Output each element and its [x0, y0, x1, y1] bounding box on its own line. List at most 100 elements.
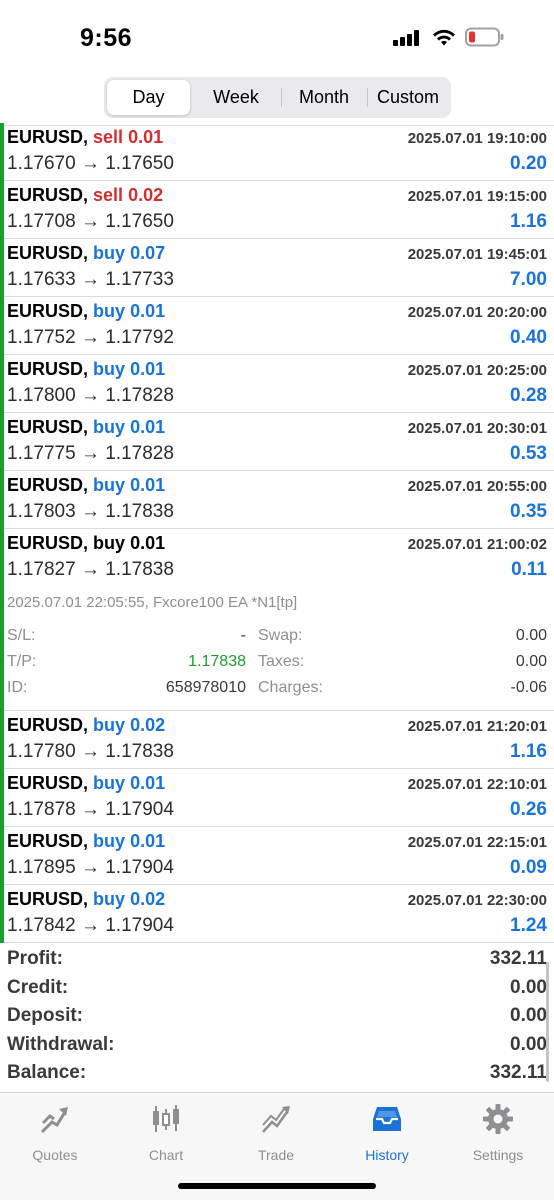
deal-symbol: EURUSD, buy 0.07 — [7, 243, 166, 263]
deal-row-expanded[interactable]: EURUSD, buy 0.01 2025.07.01 21:00:02 1.1… — [0, 529, 554, 711]
tab-settings-label: Settings — [472, 1147, 524, 1163]
deal-profit: 0.40 — [510, 327, 547, 348]
deal-side: buy — [93, 831, 126, 851]
deal-symbol: EURUSD, sell 0.01 — [7, 127, 164, 147]
deal-prices: 1.17878 → 1.17904 — [7, 799, 174, 820]
deal-symbol: EURUSD, buy 0.01 — [7, 533, 166, 553]
status-time: 9:56 — [80, 24, 133, 52]
deal-row[interactable]: EURUSD, buy 0.02 2025.07.01 22:30:00 1.178… — [0, 885, 554, 943]
sl-value: - — [240, 627, 246, 644]
deal-prices: 1.17670 → 1.17650 — [7, 153, 174, 174]
summary-row: Balance: 332.11 — [0, 1058, 554, 1087]
tab-trade[interactable]: Trade — [221, 1101, 331, 1163]
deal-row[interactable]: EURUSD, buy 0.01 2025.07.01 20:30:01 1.177… — [0, 413, 554, 471]
tab-quotes-label: Quotes — [32, 1147, 78, 1163]
deal-profit: 0.26 — [510, 799, 547, 820]
tp-label: T/P: — [7, 653, 37, 670]
deal-row[interactable]: EURUSD, buy 0.07 2025.07.01 19:45:01 1.176… — [0, 239, 554, 297]
deal-prices: 1.17780 → 1.17838 — [7, 741, 174, 762]
id-value: 658978010 — [165, 679, 246, 696]
tab-history[interactable]: History — [332, 1101, 442, 1163]
deal-profit: 7.00 — [510, 269, 547, 290]
tab-custom[interactable]: Custom — [368, 80, 448, 115]
deal-row[interactable]: EURUSD, buy 0.01 2025.07.01 22:10:01 1.178… — [0, 769, 554, 827]
wifi-icon — [433, 29, 455, 46]
deal-side: buy — [93, 301, 126, 321]
taxes-label: Taxes: — [258, 653, 305, 670]
deal-accent-bar — [0, 711, 4, 769]
deal-time: 2025.07.01 20:20:00 — [407, 304, 547, 321]
cellular-signal-icon — [393, 30, 419, 46]
tab-chart[interactable]: Chart — [111, 1101, 221, 1163]
deal-accent-bar — [0, 769, 4, 827]
deal-row[interactable]: EURUSD, buy 0.02 2025.07.01 21:20:01 1.177… — [0, 711, 554, 769]
deal-prices: 1.17827 → 1.17838 — [7, 559, 174, 580]
deal-accent-bar — [0, 355, 4, 413]
deal-accent-bar — [0, 885, 4, 943]
deal-time: 2025.07.01 19:15:00 — [407, 188, 547, 205]
deal-side: buy — [93, 715, 126, 735]
deal-side: sell — [93, 127, 124, 147]
deal-row[interactable]: EURUSD, buy 0.01 2025.07.01 22:15:01 1.178… — [0, 827, 554, 885]
id-label: ID: — [7, 679, 28, 696]
tab-week[interactable]: Week — [192, 80, 280, 115]
deal-time: 2025.07.01 20:55:00 — [407, 478, 547, 495]
deal-prices: 1.17775 → 1.17828 — [7, 443, 174, 464]
deal-profit: 0.09 — [510, 857, 547, 878]
tab-settings[interactable]: Settings — [443, 1101, 553, 1163]
tp-value: 1.17838 — [188, 653, 246, 670]
deal-symbol: EURUSD, buy 0.02 — [7, 715, 166, 735]
battery-icon — [465, 27, 504, 47]
deal-symbol: EURUSD, buy 0.01 — [7, 359, 166, 379]
deal-symbol: EURUSD, buy 0.01 — [7, 831, 166, 851]
deal-time: 2025.07.01 22:15:01 — [407, 834, 547, 851]
deal-side: buy — [93, 359, 126, 379]
charges-label: Charges: — [258, 679, 323, 696]
scroll-indicator[interactable] — [546, 962, 549, 1082]
trade-icon — [262, 1106, 290, 1133]
tab-month[interactable]: Month — [282, 80, 366, 115]
deal-volume: 0.01 — [130, 773, 166, 793]
tab-quotes[interactable]: Quotes — [0, 1101, 110, 1163]
deal-profit: 0.11 — [511, 559, 547, 580]
history-icon — [373, 1107, 401, 1131]
settings-icon — [483, 1104, 513, 1134]
deal-volume: 0.01 — [130, 359, 166, 379]
status-bar: 9:56 — [0, 0, 554, 72]
tab-day[interactable]: Day — [107, 80, 190, 115]
swap-label: Swap: — [258, 627, 303, 644]
deal-volume: 0.01 — [130, 831, 166, 851]
summary-value: 0.00 — [510, 976, 547, 998]
deal-profit: 0.35 — [510, 501, 547, 522]
deal-symbol: EURUSD, buy 0.01 — [7, 475, 166, 495]
deal-prices: 1.17895 → 1.17904 — [7, 857, 174, 878]
deal-row[interactable]: EURUSD, buy 0.01 2025.07.01 20:20:00 1.177… — [0, 297, 554, 355]
deal-accent-bar — [0, 297, 4, 355]
charges-value: -0.06 — [510, 679, 547, 696]
deal-row[interactable]: EURUSD, buy 0.01 2025.07.01 20:55:00 1.178… — [0, 471, 554, 529]
deal-side: buy — [93, 417, 126, 437]
deal-prices: 1.17803 → 1.17838 — [7, 501, 174, 522]
deal-volume: 0.01 — [128, 127, 164, 147]
deal-accent-bar — [0, 239, 4, 297]
deal-time: 2025.07.01 21:20:01 — [407, 718, 547, 735]
deal-accent-bar — [0, 181, 4, 239]
deal-symbol: EURUSD, sell 0.02 — [7, 185, 164, 205]
summary-label: Deposit: — [7, 1005, 83, 1026]
deal-profit: 1.16 — [510, 211, 547, 232]
deal-profit: 1.24 — [510, 915, 547, 936]
deal-row[interactable]: EURUSD, sell 0.02 2025.07.01 19:15:00 1.17… — [0, 181, 554, 239]
deal-row[interactable]: EURUSD, buy 0.01 2025.07.01 20:25:00 1.178… — [0, 355, 554, 413]
summary-row: Withdrawal: 0.00 — [0, 1030, 554, 1059]
deal-accent-bar — [0, 413, 4, 471]
deal-symbol: EURUSD, buy 0.01 — [7, 417, 166, 437]
deal-accent-bar — [0, 471, 4, 529]
deal-row[interactable]: EURUSD, sell 0.01 2025.07.01 19:10:00 1.17… — [0, 123, 554, 181]
summary-value: 0.00 — [510, 1033, 547, 1055]
deal-side: buy — [93, 243, 126, 263]
taxes-value: 0.00 — [515, 653, 547, 670]
summary-value: 332.11 — [489, 1062, 547, 1083]
summary-label: Balance: — [7, 1062, 87, 1083]
deal-time: 2025.07.01 19:10:00 — [407, 130, 547, 147]
deal-time: 2025.07.01 21:00:02 — [407, 536, 547, 553]
